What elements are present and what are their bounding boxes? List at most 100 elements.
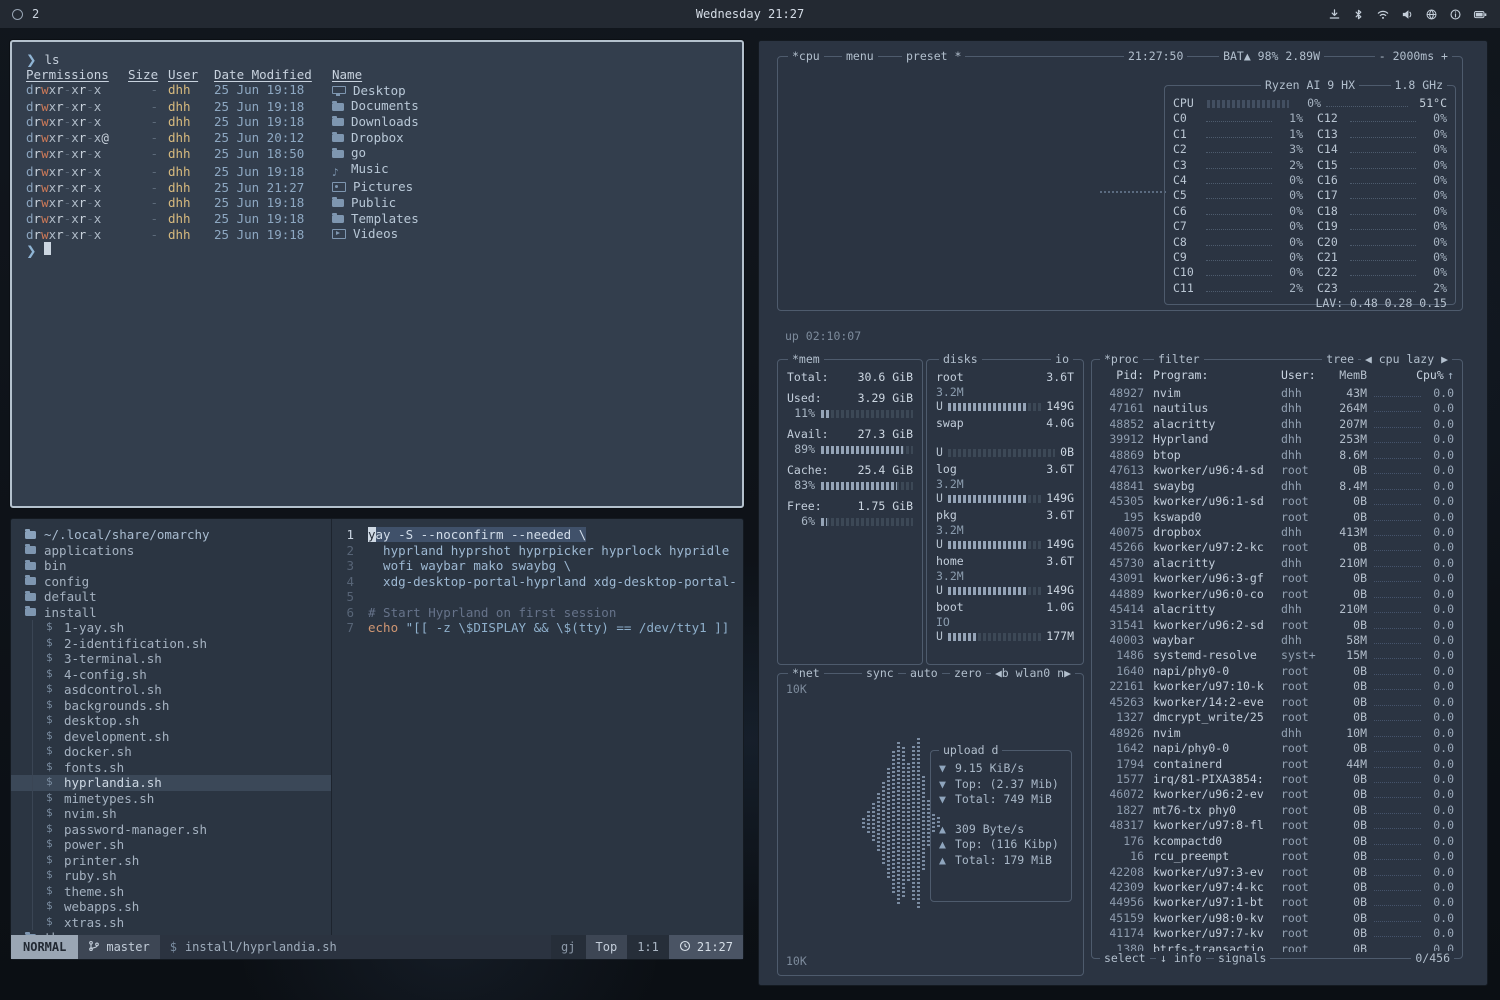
tree-item[interactable]: power.sh xyxy=(11,837,331,853)
workspace-icon[interactable] xyxy=(12,9,23,20)
disks-panel-title[interactable]: disks xyxy=(939,352,982,367)
process-row[interactable]: 16 rcu_preempt root 0B 0.0 xyxy=(1102,849,1454,864)
net-zero-toggle[interactable]: zero xyxy=(950,666,986,681)
tree-item[interactable]: 2-identification.sh xyxy=(11,636,331,652)
tree-item[interactable]: nvim.sh xyxy=(11,806,331,822)
prompt-line[interactable]: ❯ xyxy=(26,242,728,258)
workspace-number[interactable]: 2 xyxy=(32,7,39,21)
net-interface-switcher[interactable]: ◀b wlan0 n▶ xyxy=(991,666,1075,681)
bluetooth-icon[interactable] xyxy=(1352,8,1365,21)
process-row[interactable]: 39912 Hyprland dhh 253M 0.0 xyxy=(1102,432,1454,447)
process-row[interactable]: 45414 alacritty dhh 210M 0.0 xyxy=(1102,602,1454,617)
header-program[interactable]: Program: xyxy=(1153,368,1281,383)
process-row[interactable]: 1640 napi/phy0-0 root 0B 0.0 xyxy=(1102,664,1454,679)
tree-item[interactable]: printer.sh xyxy=(11,853,331,869)
process-row[interactable]: 48317 kworker/u97:8-fl root 0B 0.0 xyxy=(1102,818,1454,833)
memory-panel-title[interactable]: *mem xyxy=(788,352,824,367)
process-row[interactable]: 1380 btrfs-transactio root 0B 0.0 xyxy=(1102,942,1454,952)
select-button[interactable]: select xyxy=(1100,951,1150,966)
tree-item[interactable]: fonts.sh xyxy=(11,760,331,776)
process-row[interactable]: 45263 kworker/14:2-eve root 0B 0.0 xyxy=(1102,695,1454,710)
header-pid[interactable]: Pid: xyxy=(1102,368,1144,383)
scroll-up-indicator[interactable]: ↑ xyxy=(1447,368,1454,383)
process-row[interactable]: 176 kcompactd0 root 0B 0.0 xyxy=(1102,834,1454,849)
tree-item[interactable]: backgrounds.sh xyxy=(11,698,331,714)
process-row[interactable]: 40003 waybar dhh 58M 0.0 xyxy=(1102,633,1454,648)
terminal-window-ls[interactable]: ❯ls Permissions Size User Date Modified … xyxy=(10,40,744,508)
info-icon[interactable] xyxy=(1449,8,1462,21)
menu-button[interactable]: menu xyxy=(842,49,878,64)
tree-item[interactable]: applications xyxy=(11,543,331,559)
process-row[interactable]: 48841 swaybg dhh 8.4M 0.0 xyxy=(1102,479,1454,494)
process-row[interactable]: 45159 kworker/u98:0-kv root 0B 0.0 xyxy=(1102,911,1454,926)
globe-icon[interactable] xyxy=(1425,8,1438,21)
editor-window[interactable]: ~/.local/share/omarchy applications bin xyxy=(10,518,744,960)
process-row[interactable]: 41174 kworker/u97:7-kv root 0B 0.0 xyxy=(1102,926,1454,941)
tree-item[interactable]: 1-yay.sh xyxy=(11,620,331,636)
process-row[interactable]: 42208 kworker/u97:3-ev root 0B 0.0 xyxy=(1102,865,1454,880)
process-row[interactable]: 48852 alacritty dhh 207M 0.0 xyxy=(1102,417,1454,432)
process-row[interactable]: 40075 dropbox dhh 413M 0.0 xyxy=(1102,525,1454,540)
tree-item[interactable]: desktop.sh xyxy=(11,713,331,729)
refresh-interval-control[interactable]: - 2000ms + xyxy=(1375,49,1452,64)
tree-item[interactable]: hyprlandia.sh xyxy=(11,775,331,791)
process-row[interactable]: 47613 kworker/u96:4-sd root 0B 0.0 xyxy=(1102,463,1454,478)
process-row[interactable]: 44956 kworker/u97:1-bt root 0B 0.0 xyxy=(1102,895,1454,910)
sort-selector[interactable]: ◀ cpu lazy ▶ xyxy=(1361,352,1452,367)
tree-item[interactable]: password-manager.sh xyxy=(11,822,331,838)
process-row[interactable]: 195 kswapd0 root 0B 0.0 xyxy=(1102,510,1454,525)
volume-icon[interactable] xyxy=(1401,8,1414,21)
process-row[interactable]: 45266 kworker/u97:2-kc root 0B 0.0 xyxy=(1102,540,1454,555)
tree-item[interactable]: asdcontrol.sh xyxy=(11,682,331,698)
wifi-icon[interactable] xyxy=(1376,8,1390,21)
network-panel-title[interactable]: *net xyxy=(788,666,824,681)
tree-item[interactable]: default xyxy=(11,589,331,605)
process-row[interactable]: 45730 alacritty dhh 210M 0.0 xyxy=(1102,556,1454,571)
process-row[interactable]: 44889 kworker/u96:0-co root 0B 0.0 xyxy=(1102,587,1454,602)
process-row[interactable]: 1794 containerd root 44M 0.0 xyxy=(1102,757,1454,772)
process-row[interactable]: 1642 napi/phy0-0 root 0B 0.0 xyxy=(1102,741,1454,756)
net-auto-toggle[interactable]: auto xyxy=(906,666,942,681)
process-row[interactable]: 1486 systemd-resolve syst+ 15M 0.0 xyxy=(1102,648,1454,663)
tree-item[interactable]: docker.sh xyxy=(11,744,331,760)
tree-item[interactable]: install xyxy=(11,605,331,621)
editor-pane[interactable]: 1 yay -S --noconfirm --needed \ 2 hyprla… xyxy=(332,519,743,935)
header-cpu[interactable]: Cpu% xyxy=(1416,368,1442,383)
header-mem[interactable]: MemB xyxy=(1327,368,1367,383)
tree-item[interactable]: theme.sh xyxy=(11,884,331,900)
tree-item[interactable]: config xyxy=(11,574,331,590)
tree-item[interactable]: bin xyxy=(11,558,331,574)
system-monitor-window[interactable]: *cpu menu preset * 21:27:50 BAT▲ 98% 2.8… xyxy=(758,40,1488,986)
tree-root[interactable]: ~/.local/share/omarchy xyxy=(11,527,331,543)
battery-icon[interactable] xyxy=(1473,8,1488,21)
process-row[interactable]: 46072 kworker/u96:2-ev root 0B 0.0 xyxy=(1102,787,1454,802)
file-tree-pane[interactable]: ~/.local/share/omarchy applications bin xyxy=(11,519,331,935)
tree-item[interactable]: 4-config.sh xyxy=(11,667,331,683)
signals-button[interactable]: signals xyxy=(1214,951,1270,966)
header-user[interactable]: User: xyxy=(1281,368,1327,383)
tree-item[interactable]: 3-terminal.sh xyxy=(11,651,331,667)
process-row[interactable]: 45305 kworker/u96:1-sd root 0B 0.0 xyxy=(1102,494,1454,509)
process-row[interactable]: 43091 kworker/u96:3-gf root 0B 0.0 xyxy=(1102,571,1454,586)
tree-item[interactable]: development.sh xyxy=(11,729,331,745)
process-row[interactable]: 42309 kworker/u97:4-kc root 0B 0.0 xyxy=(1102,880,1454,895)
cpu-panel-title[interactable]: *cpu xyxy=(788,49,824,64)
tree-item[interactable]: webapps.sh xyxy=(11,899,331,915)
process-row[interactable]: 1327 dmcrypt_write/25 root 0B 0.0 xyxy=(1102,710,1454,725)
process-row[interactable]: 48869 btop dhh 8.6M 0.0 xyxy=(1102,448,1454,463)
process-row[interactable]: 1827 mt76-tx phy0 root 0B 0.0 xyxy=(1102,803,1454,818)
tree-item[interactable]: mimetypes.sh xyxy=(11,791,331,807)
process-list[interactable]: 48927 nvim dhh 43M 0.0 47161 nautilus dh… xyxy=(1102,386,1454,952)
process-panel-title[interactable]: *proc xyxy=(1100,352,1143,367)
process-row[interactable]: 22161 kworker/u97:10-k root 0B 0.0 xyxy=(1102,679,1454,694)
process-row[interactable]: 48927 nvim dhh 43M 0.0 xyxy=(1102,386,1454,401)
process-row[interactable]: 48926 nvim dhh 10M 0.0 xyxy=(1102,726,1454,741)
info-button[interactable]: ↓ info xyxy=(1156,951,1206,966)
process-row[interactable]: 47161 nautilus dhh 264M 0.0 xyxy=(1102,401,1454,416)
process-row[interactable]: 1577 irq/81-PIXA3854: root 0B 0.0 xyxy=(1102,772,1454,787)
tree-item[interactable]: ruby.sh xyxy=(11,868,331,884)
tree-toggle[interactable]: tree xyxy=(1322,352,1358,367)
filter-button[interactable]: filter xyxy=(1154,352,1204,367)
io-toggle[interactable]: io xyxy=(1051,352,1073,367)
updates-icon[interactable] xyxy=(1328,8,1341,21)
